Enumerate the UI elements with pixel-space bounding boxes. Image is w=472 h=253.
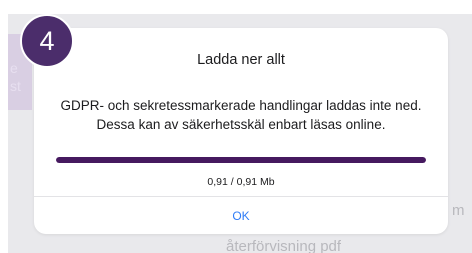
dialog-message: GDPR- och sekretessmarkerade handlingar … <box>44 96 438 134</box>
step-number-badge: 4 <box>20 14 74 68</box>
dialog-message-line: Dessa kan av säkerhetsskäl enbart läsas … <box>96 117 386 132</box>
background-text-fragment: st <box>10 78 21 94</box>
background-text-fragment: e <box>10 60 18 76</box>
download-progress-fill <box>56 157 426 163</box>
download-all-dialog: Ladda ner allt GDPR- och sekretessmarker… <box>34 28 448 234</box>
background-filename-fragment: återförvisning pdf <box>226 238 342 253</box>
background-text-fragment: m <box>452 202 465 219</box>
download-progress-bar <box>56 157 426 163</box>
screen: e st återförvisning pdf m Ladda ner allt… <box>0 0 472 253</box>
dialog-message-line: GDPR- och sekretessmarkerade handlingar … <box>60 98 422 113</box>
download-progress-text: 0,91 / 0,91 Mb <box>207 176 275 188</box>
dialog-title: Ladda ner allt <box>197 52 285 68</box>
ok-button[interactable]: OK <box>34 197 448 234</box>
